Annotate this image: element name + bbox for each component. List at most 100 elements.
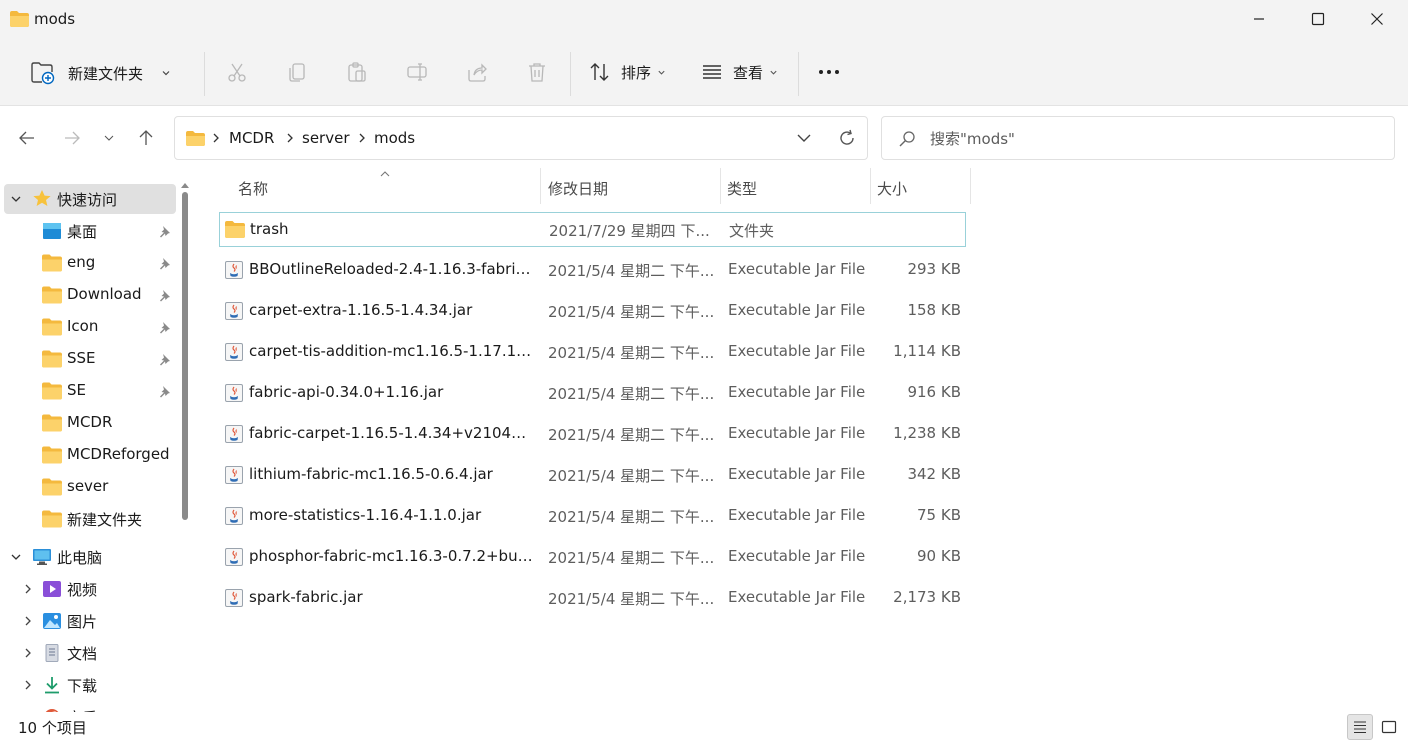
sidebar-item-this-pc-entry[interactable]: 文档	[0, 638, 176, 668]
share-button[interactable]	[465, 60, 489, 84]
new-folder-button[interactable]: 新建文件夹	[30, 59, 171, 87]
file-date: 2021/5/4 星期二 下午...	[548, 549, 715, 567]
sidebar-item-label: 桌面	[67, 223, 98, 241]
sidebar-item-label: 新建文件夹	[67, 511, 143, 529]
column-divider[interactable]	[720, 168, 721, 204]
sidebar-scrollbar[interactable]	[182, 192, 188, 520]
sidebar-item-quick-access-entry[interactable]: sever	[0, 472, 176, 502]
breadcrumb-item[interactable]: server	[302, 129, 349, 147]
folder-icon	[186, 131, 205, 146]
sidebar-item-quick-access-entry[interactable]: Download	[0, 280, 176, 310]
sidebar-item-label: Download	[67, 285, 142, 303]
file-row[interactable]: more-statistics-1.16.4-1.1.0.jar 2021/5/4…	[219, 499, 966, 534]
column-divider[interactable]	[970, 168, 971, 204]
folder-icon	[42, 286, 62, 304]
column-header: 名称 修改日期 类型 大小	[196, 168, 976, 206]
column-header-name[interactable]: 名称	[238, 178, 268, 199]
folder-icon	[42, 350, 62, 368]
tiles-view-button[interactable]	[1376, 714, 1402, 740]
cut-button[interactable]	[225, 60, 249, 84]
sidebar-item-quick-access-entry[interactable]: MCDReforged	[0, 440, 176, 470]
file-row[interactable]: carpet-tis-addition-mc1.16.5-1.17.1+... 2…	[219, 335, 966, 370]
sidebar-item-this-pc-entry[interactable]: 音乐	[0, 702, 176, 712]
desktop-icon	[43, 223, 61, 239]
file-name: trash	[250, 220, 289, 238]
file-row[interactable]: carpet-extra-1.16.5-1.4.34.jar 2021/5/4 星…	[219, 294, 966, 329]
maximize-button[interactable]	[1289, 0, 1347, 38]
copy-button[interactable]	[285, 60, 309, 84]
file-row[interactable]: trash 2021/7/29 星期四 下... 文件夹	[219, 212, 966, 247]
paste-button[interactable]	[345, 60, 369, 84]
up-button[interactable]	[133, 125, 159, 151]
file-row[interactable]: fabric-carpet-1.16.5-1.4.34+v210428... 20…	[219, 417, 966, 452]
recent-locations-button[interactable]	[97, 125, 121, 151]
jar-file-icon	[225, 261, 243, 279]
status-bar: 10 个项目	[0, 712, 1408, 742]
sidebar-item-label: SSE	[67, 349, 96, 367]
rename-button[interactable]	[405, 60, 429, 84]
minimize-button[interactable]	[1230, 0, 1288, 38]
address-bar[interactable]: MCDR server mods	[174, 116, 868, 160]
file-row[interactable]: fabric-api-0.34.0+1.16.jar 2021/5/4 星期二 下…	[219, 376, 966, 411]
scroll-up-icon[interactable]	[181, 182, 189, 188]
file-date: 2021/5/4 星期二 下午...	[548, 344, 715, 362]
share-icon	[468, 63, 487, 82]
breadcrumb-item[interactable]: mods	[374, 129, 415, 147]
arrow-left-icon	[19, 131, 34, 145]
forward-button[interactable]	[59, 125, 85, 151]
breadcrumb-item[interactable]: MCDR	[229, 129, 274, 147]
cut-icon	[228, 63, 246, 82]
sidebar-item-quick-access-entry[interactable]: eng	[0, 248, 176, 278]
sidebar-item-this-pc-entry[interactable]: 图片	[0, 606, 176, 636]
chevron-down-icon[interactable]	[795, 129, 813, 147]
chevron-right-icon	[287, 133, 293, 143]
column-divider[interactable]	[540, 168, 541, 204]
sidebar-item-label: SE	[67, 381, 86, 399]
sidebar-item-label: 文档	[67, 645, 98, 663]
file-row[interactable]: lithium-fabric-mc1.16.5-0.6.4.jar 2021/5/…	[219, 458, 966, 493]
refresh-icon[interactable]	[837, 128, 857, 148]
file-row[interactable]: phosphor-fabric-mc1.16.3-0.7.2+buil... 20…	[219, 540, 966, 575]
details-view-button[interactable]	[1347, 714, 1373, 740]
column-divider[interactable]	[870, 168, 871, 204]
more-options-button[interactable]	[815, 60, 843, 84]
folder-icon	[42, 510, 62, 528]
column-header-type[interactable]: 类型	[727, 178, 757, 199]
file-size: 2,173 KB	[893, 588, 961, 606]
close-button[interactable]	[1348, 0, 1406, 38]
column-header-date[interactable]: 修改日期	[548, 178, 608, 199]
sort-button[interactable]: 排序	[589, 60, 666, 84]
column-header-size[interactable]: 大小	[877, 178, 907, 199]
chevron-right-icon	[359, 133, 365, 143]
pictures-icon	[43, 613, 61, 629]
file-name: fabric-api-0.34.0+1.16.jar	[249, 383, 444, 401]
sidebar-item-quick-access-entry[interactable]: SE	[0, 376, 176, 406]
sidebar-item-this-pc[interactable]: 此电脑	[0, 542, 176, 572]
documents-icon	[45, 644, 59, 662]
sidebar-item-quick-access-entry[interactable]: SSE	[0, 344, 176, 374]
sidebar-item-this-pc-entry[interactable]: 下载	[0, 670, 176, 700]
star-icon	[33, 190, 51, 206]
sidebar-item-quick-access-entry[interactable]: 新建文件夹	[0, 504, 176, 534]
new-folder-label: 新建文件夹	[68, 64, 144, 83]
chevron-down-icon	[162, 71, 170, 76]
sidebar-item-quick-access-entry[interactable]: MCDR	[0, 408, 176, 438]
folder-icon	[42, 414, 62, 432]
sort-label: 排序	[621, 63, 652, 82]
chevron-down-icon	[658, 70, 665, 75]
search-input[interactable]	[930, 127, 1370, 151]
back-button[interactable]	[14, 125, 40, 151]
file-row[interactable]: spark-fabric.jar 2021/5/4 星期二 下午... Execut…	[219, 581, 966, 616]
sidebar-item-quick-access[interactable]: 快速访问	[4, 184, 176, 214]
jar-file-icon	[225, 548, 243, 566]
file-date: 2021/5/4 星期二 下午...	[548, 385, 715, 403]
sidebar-item-this-pc-entry[interactable]: 视频	[0, 574, 176, 604]
file-type: Executable Jar File	[728, 424, 866, 442]
delete-button[interactable]	[525, 60, 549, 84]
maximize-icon	[1311, 12, 1325, 26]
ellipsis-icon	[819, 70, 839, 74]
file-row[interactable]: BBOutlineReloaded-2.4-1.16.3-fabric.... 2…	[219, 253, 966, 288]
sidebar-item-quick-access-entry[interactable]: Icon	[0, 312, 176, 342]
sidebar-item-quick-access-entry[interactable]: 桌面	[0, 216, 176, 246]
view-button[interactable]: 查看	[701, 60, 778, 84]
